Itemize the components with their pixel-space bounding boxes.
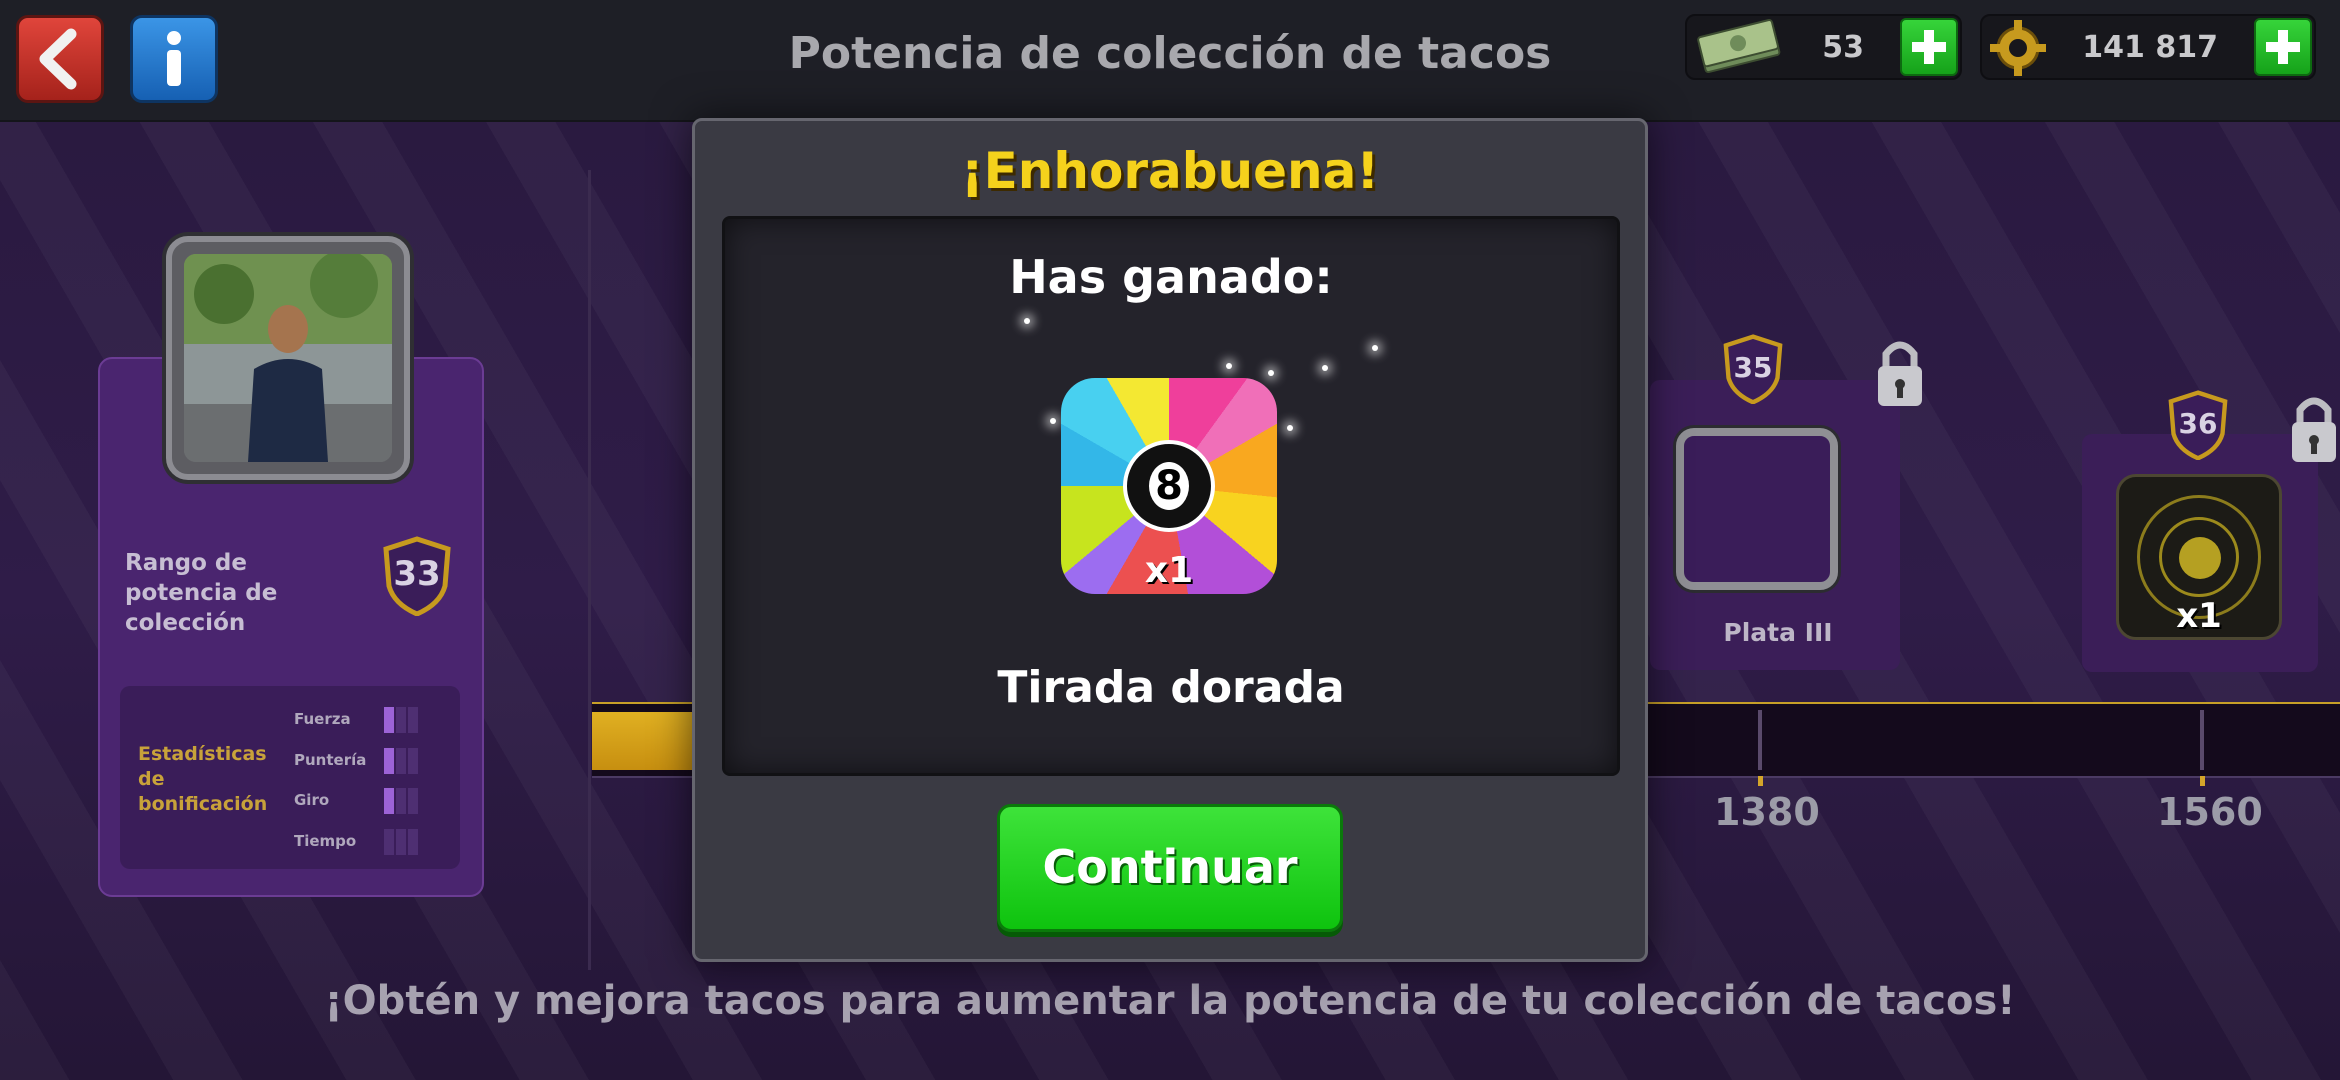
milestone-value-1380: 1380 (1714, 790, 1820, 834)
cash-counter: 53 (1685, 14, 1962, 80)
rank-label: Rango de potencia de colección (125, 550, 278, 636)
sparkle (1287, 425, 1293, 431)
panel-divider (588, 170, 591, 970)
tier-level-36: 36 (2178, 407, 2218, 440)
stat-label-fuerza: Fuerza (294, 710, 351, 728)
milestone-value-1560: 1560 (2157, 790, 2263, 834)
rank-value: 33 (393, 554, 441, 594)
tier-reward-name-35: Plata III (1723, 618, 1833, 647)
avatar (166, 236, 410, 480)
dialog-subtitle: Has ganado: (1009, 250, 1333, 304)
coin-gear-icon (1990, 20, 2046, 76)
tier-level-35: 35 (1733, 351, 1773, 384)
tier-badge-36: 36 (2167, 390, 2229, 460)
lock-icon (1876, 334, 1924, 410)
avatar-photo (184, 254, 392, 462)
tier-reward-qty-36: x1 (2176, 596, 2222, 636)
milestone-marker (1758, 776, 1763, 786)
progress-fill (592, 712, 702, 770)
sparkle (1226, 363, 1232, 369)
silver-avatar-frame (1676, 428, 1838, 590)
sparkle (1268, 370, 1274, 376)
stat-label-giro: Giro (294, 791, 330, 809)
milestone-marker (2200, 776, 2205, 786)
sparkle (1372, 345, 1378, 351)
track-tick (2200, 710, 2204, 770)
add-cash-button[interactable] (1900, 18, 1958, 76)
sparkle (1024, 318, 1030, 324)
continue-button[interactable]: Continuar (997, 804, 1343, 932)
coins-counter: 141 817 (1980, 14, 2316, 80)
stat-label-tiempo: Tiempo (294, 832, 357, 850)
lock-icon (2290, 390, 2338, 466)
stat-bars-fuerza (384, 707, 422, 733)
bonus-stats-label: Estadísticas de bonificación (138, 743, 268, 815)
top-bar: Potencia de colección de tacos 53 141 81… (0, 0, 2340, 122)
sparkle (1322, 365, 1328, 371)
eight-ball-icon: 8 (1123, 440, 1215, 532)
cash-amount: 53 (1822, 30, 1864, 65)
reward-quantity: x1 (1144, 550, 1194, 591)
plus-icon (1912, 30, 1946, 64)
stat-bars-giro (384, 788, 422, 814)
reward-number: 8 (1149, 462, 1189, 510)
footer-message: ¡Obtén y mejora tacos para aumentar la p… (324, 978, 2016, 1024)
rank-badge: 33 (382, 536, 452, 616)
dialog-title: ¡Enhorabuena! (960, 142, 1380, 200)
stat-bars-tiempo (384, 829, 422, 855)
sparkle (1050, 418, 1056, 424)
track-tick (1758, 710, 1762, 770)
stat-label-punteria: Puntería (294, 751, 367, 769)
add-coins-button[interactable] (2254, 18, 2312, 76)
tier-badge-35: 35 (1722, 334, 1784, 404)
plus-icon (2266, 30, 2300, 64)
stat-bars-punteria (384, 748, 422, 774)
coins-amount: 141 817 (2082, 30, 2218, 65)
cash-icon (1697, 19, 1781, 74)
reward-name: Tirada dorada (997, 662, 1345, 713)
